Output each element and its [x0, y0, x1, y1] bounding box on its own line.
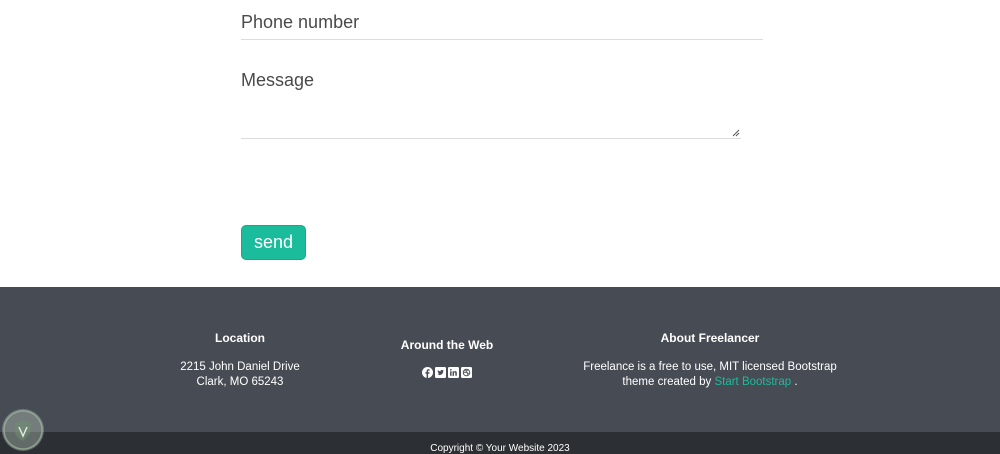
- contact-form: Phone number Message send: [0, 0, 1000, 287]
- address-line-2: Clark, MO 65243: [196, 376, 284, 388]
- phone-field[interactable]: Phone number: [241, 0, 763, 40]
- about-line-2-suffix: .: [791, 376, 798, 388]
- facebook-icon[interactable]: [422, 367, 433, 378]
- location-address: 2215 John Daniel Drive Clark, MO 65243: [140, 360, 340, 390]
- copyright-text: Copyright © Your Website 2023: [430, 443, 570, 454]
- around-web-title: Around the Web: [400, 338, 494, 352]
- message-label: Message: [241, 70, 315, 90]
- dribbble-icon[interactable]: [461, 367, 472, 378]
- copyright-bar: Copyright © Your Website 2023: [0, 432, 1000, 454]
- about-line-2-prefix: theme created by: [622, 376, 715, 388]
- footer: Location 2215 John Daniel Drive Clark, M…: [0, 287, 1000, 432]
- about-text: Freelance is a free to use, MIT licensed…: [560, 360, 860, 390]
- social-links: [422, 367, 472, 378]
- about-line-1: Freelance is a free to use, MIT licensed…: [583, 361, 837, 373]
- linkedin-icon[interactable]: [448, 367, 459, 378]
- start-bootstrap-link[interactable]: Start Bootstrap: [714, 376, 791, 388]
- resize-grip-icon[interactable]: [732, 129, 740, 137]
- phone-label: Phone number: [241, 12, 360, 32]
- twitter-icon[interactable]: [435, 367, 446, 378]
- shield-logo-icon: [2, 409, 44, 451]
- address-line-1: 2215 John Daniel Drive: [180, 361, 300, 373]
- about-title: About Freelancer: [660, 331, 760, 345]
- message-field[interactable]: Message: [241, 58, 741, 139]
- send-button[interactable]: send: [241, 225, 306, 260]
- location-title: Location: [215, 331, 265, 345]
